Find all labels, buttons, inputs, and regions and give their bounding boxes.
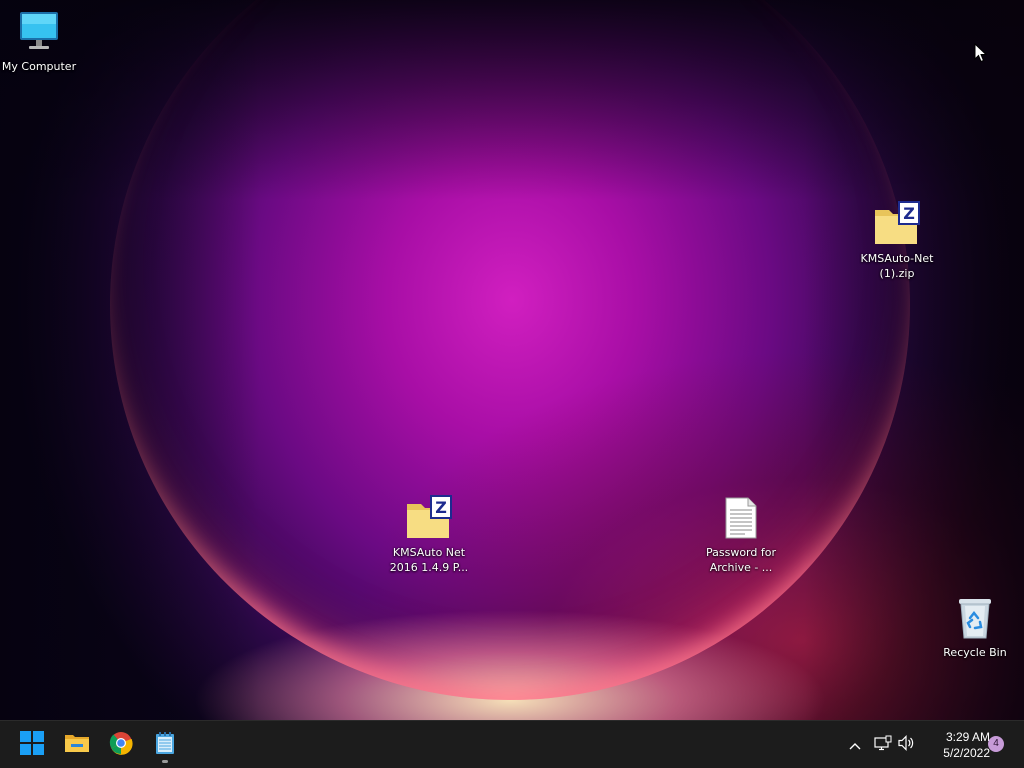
zip-archive-icon: Z (405, 494, 453, 542)
chrome-icon (109, 731, 133, 759)
zip-archive-icon: Z (873, 200, 921, 248)
desktop-icon-password-for-archive[interactable]: Password for Archive - ... (701, 494, 781, 575)
taskbar: 3:29 AM 5/2/2022 (0, 720, 1024, 768)
running-indicator (162, 760, 168, 763)
text-document-icon (717, 494, 765, 542)
taskbar-notepad[interactable] (145, 725, 185, 765)
notepad-icon (155, 731, 175, 759)
folder-icon (64, 732, 90, 758)
monitor-icon (15, 8, 63, 56)
svg-text:Z: Z (903, 204, 915, 223)
desktop[interactable]: My Computer Z KMSAuto-Net (1).zip Z KMSA… (0, 0, 1024, 720)
start-button[interactable] (12, 725, 52, 765)
show-hidden-icons-button[interactable] (843, 733, 867, 757)
mouse-pointer-icon (974, 42, 988, 67)
clock-date: 5/2/2022 (943, 746, 990, 760)
notification-badge[interactable]: 4 (988, 736, 1004, 752)
desktop-icon-label: Recycle Bin (943, 646, 1007, 659)
volume-button[interactable] (895, 733, 919, 757)
desktop-icon-label: KMSAuto Net 2016 1.4.9 P... (389, 546, 469, 574)
desktop-icon-kmsauto-net-2016[interactable]: Z KMSAuto Net 2016 1.4.9 P... (389, 494, 469, 575)
clock-button[interactable]: 3:29 AM 5/2/2022 (924, 729, 990, 761)
clock-time: 3:29 AM (945, 730, 990, 744)
desktop-icon-my-computer[interactable]: My Computer (0, 8, 79, 74)
svg-text:Z: Z (435, 498, 447, 517)
chevron-up-icon (848, 736, 862, 755)
network-icon (874, 735, 892, 755)
recycle-bin-icon (951, 594, 999, 642)
volume-icon (898, 735, 916, 755)
desktop-icon-kmsauto-net-zip[interactable]: Z KMSAuto-Net (1).zip (857, 200, 937, 281)
taskbar-chrome[interactable] (101, 725, 141, 765)
taskbar-file-explorer[interactable] (57, 725, 97, 765)
wallpaper-shade-left (0, 0, 260, 720)
network-button[interactable] (871, 733, 895, 757)
desktop-icon-recycle-bin[interactable]: Recycle Bin (935, 594, 1015, 660)
windows-logo-icon (20, 731, 44, 759)
desktop-icon-label: My Computer (1, 60, 77, 73)
desktop-icon-label: KMSAuto-Net (1).zip (860, 252, 934, 280)
desktop-icon-label: Password for Archive - ... (705, 546, 776, 574)
